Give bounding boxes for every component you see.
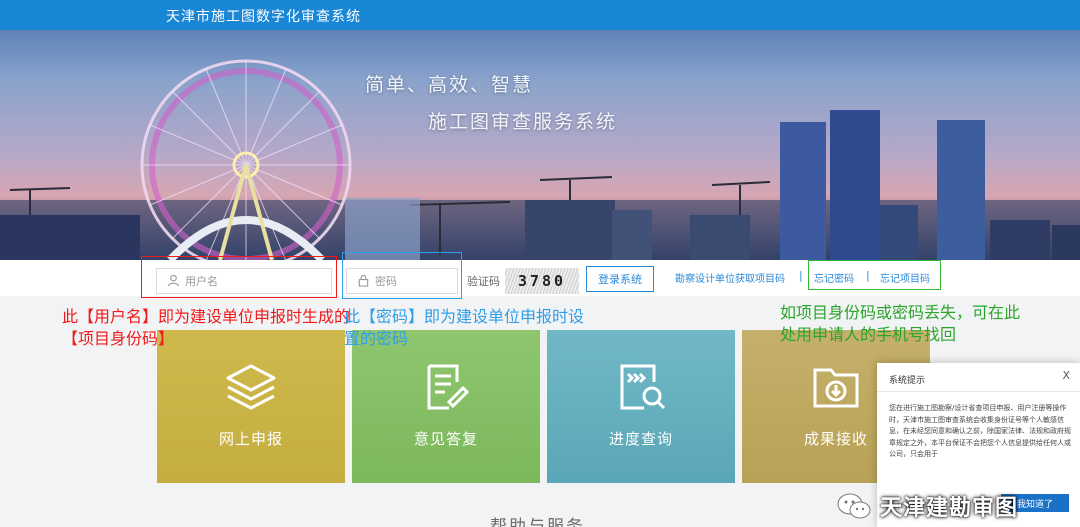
- tile-online-submission[interactable]: 网上申报: [157, 330, 345, 483]
- captcha-label: 验证码: [467, 275, 500, 288]
- tile-label: 网上申报: [218, 430, 283, 448]
- banner-slogan-1: 简单、高效、智慧: [365, 74, 534, 96]
- tile-label: 进度查询: [608, 430, 673, 448]
- username-highlight-box: [141, 256, 337, 298]
- tile-label: 意见答复: [413, 430, 478, 448]
- watermark-text: 天津建勘审图: [880, 496, 1019, 521]
- layers-icon: [226, 364, 276, 410]
- dialog-divider: [877, 391, 1080, 392]
- dialog-title: 系统提示: [889, 376, 926, 386]
- banner-illustration: [0, 59, 1080, 260]
- tile-progress-query[interactable]: 进度查询: [547, 330, 735, 483]
- dialog-close-button[interactable]: X: [1062, 369, 1070, 382]
- annotation-username: 此【用户名】即为建设单位申报时生成的【项目身份码】: [62, 307, 351, 348]
- password-highlight-box: [342, 252, 462, 299]
- banner-slogan-2: 施工图审查服务系统: [428, 111, 618, 133]
- download-folder-icon: [813, 368, 859, 408]
- login-button[interactable]: 登录系统: [586, 266, 654, 292]
- top-bar: 天津市施工图数字化审查系统: [0, 0, 1080, 30]
- recovery-links-highlight-box: [808, 260, 941, 290]
- edit-document-icon: [427, 364, 470, 410]
- survey-unit-code-link[interactable]: 勘察设计单位获取项目码: [675, 270, 785, 285]
- captcha-image[interactable]: 3780: [505, 268, 579, 294]
- tile-label: 成果接收: [803, 430, 868, 448]
- tile-opinion-reply[interactable]: 意见答复: [352, 330, 540, 483]
- search-document-icon: [620, 364, 666, 410]
- help-section-title: 帮助与服务: [490, 517, 585, 527]
- annotation-password: 此【密码】即为建设单位申报时设置的密码: [344, 307, 585, 348]
- dialog-body: 您在进行施工图勘察/设计省查项目申报、用户注册等操作时，天津市施工图审查系统会收…: [889, 404, 1071, 458]
- link-separator: |: [799, 269, 803, 282]
- watermark: 天津建勘审图: [836, 490, 1018, 522]
- annotation-recovery: 如项目身份码或密码丢失，可在此处用申请人的手机号找回: [780, 303, 1021, 344]
- hero-banner: 简单、高效、智慧 施工图审查服务系统: [0, 30, 1080, 260]
- system-title: 天津市施工图数字化审查系统: [166, 9, 361, 25]
- wechat-icon: [837, 493, 871, 519]
